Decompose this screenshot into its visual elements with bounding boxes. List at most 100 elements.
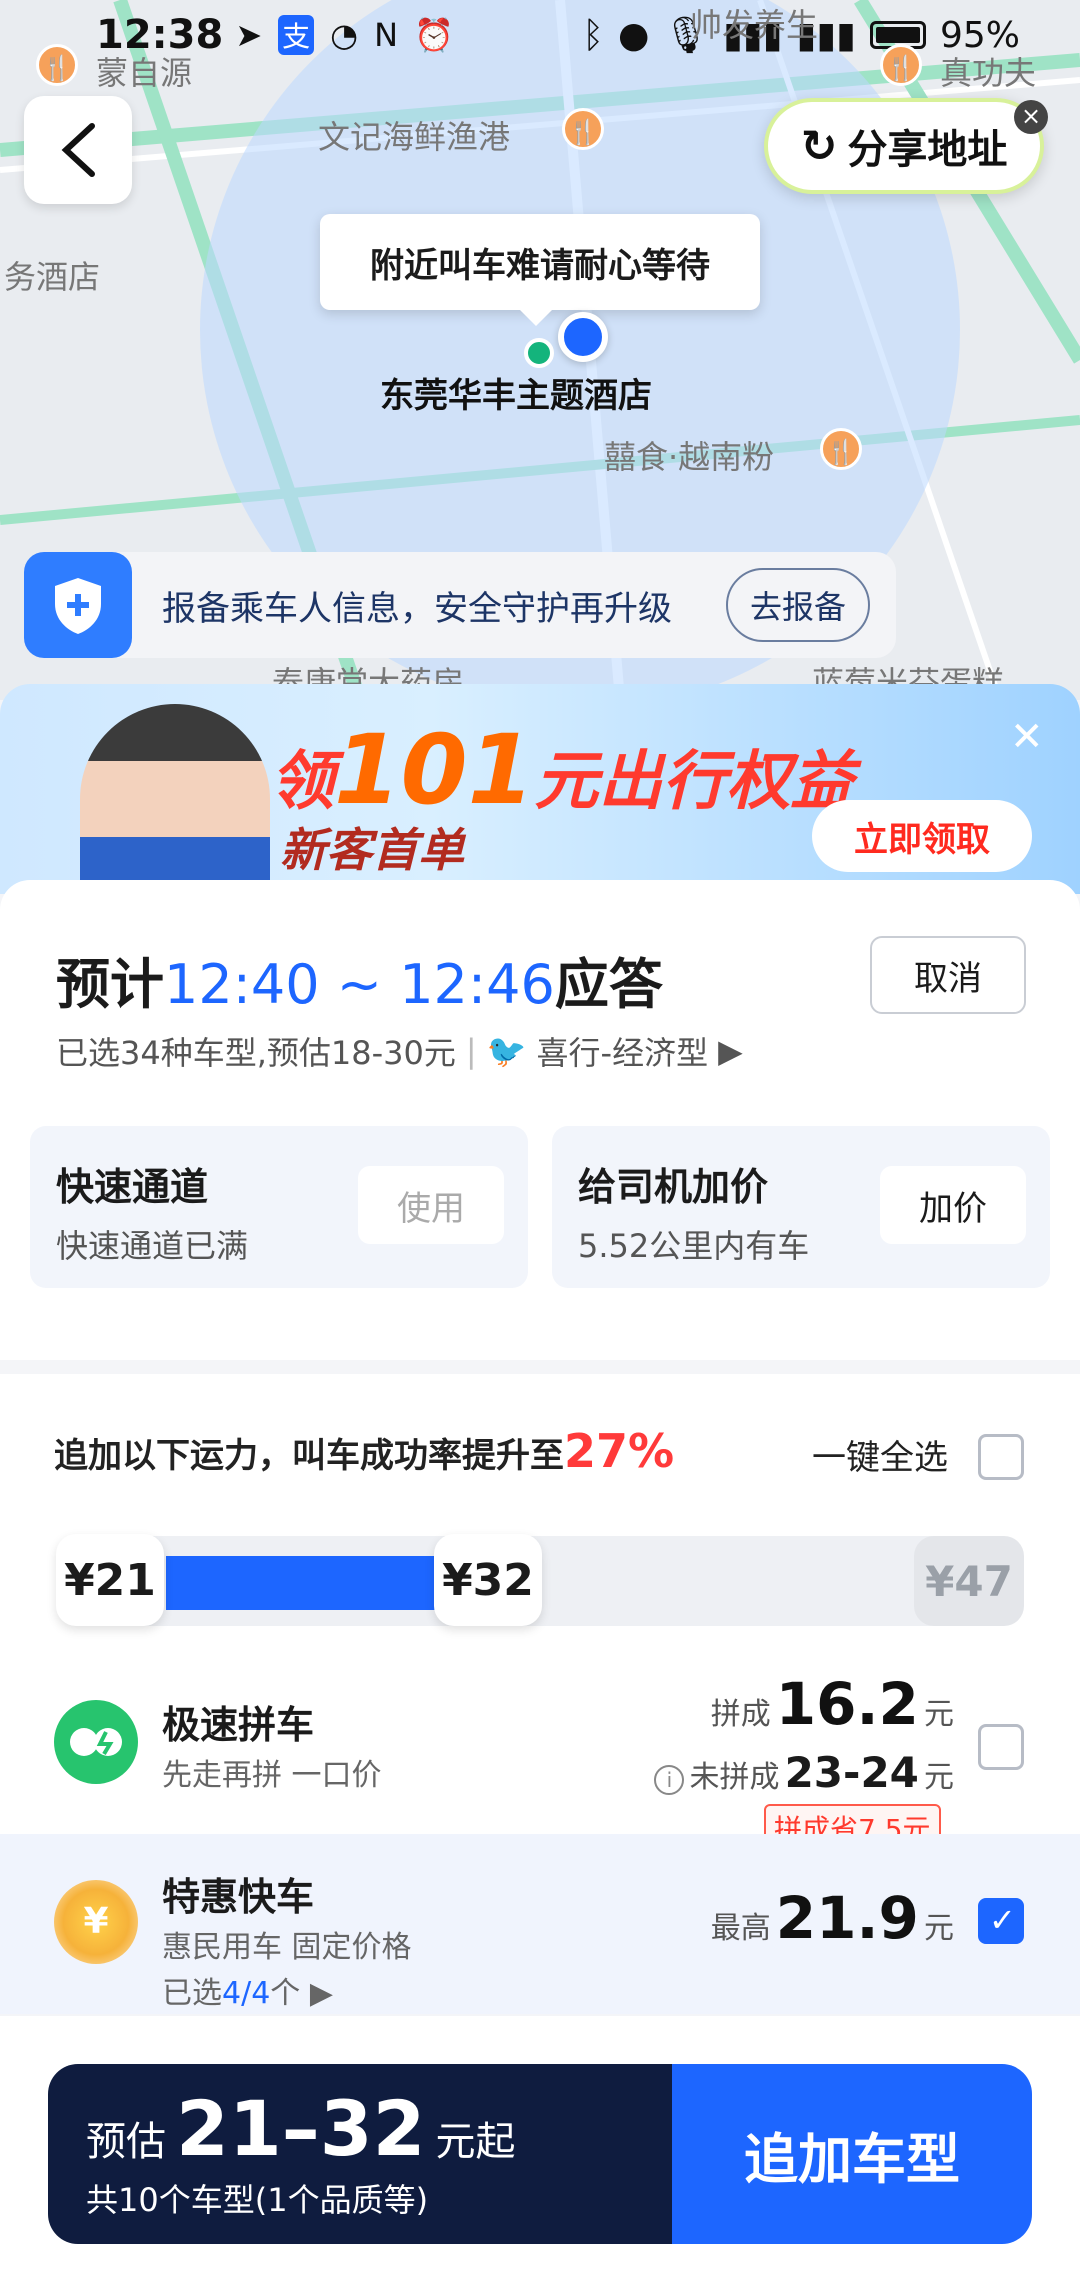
order-status-panel: 预计12:40 ~ 12:46应答 取消 已选34种车型,预估18-30元 | …: [0, 880, 1080, 1360]
map-tip-bubble: 附近叫车难请耐心等待: [320, 214, 760, 326]
select-all-label[interactable]: 一键全选: [812, 1430, 948, 1479]
nfc-icon: N: [374, 16, 399, 54]
car-desc: 先走再拼 一口价: [162, 1758, 382, 1793]
estimate-line: 预估 21–32 元起: [86, 2084, 634, 2173]
alarm-icon: ⏰: [414, 16, 454, 54]
estimate-unit: 元起: [435, 2119, 516, 2165]
poi-label[interactable]: 蒙自源: [96, 48, 192, 94]
price-unit: 元: [924, 1911, 954, 1946]
bluetooth-icon: ᛒ: [582, 14, 604, 56]
eta-text: 预计12:40 ~ 12:46应答: [56, 940, 663, 1019]
map-view[interactable]: 12:38 ➤ 支 ◔ N ⏰ ᛒ ● 🎙 ▮▮▮ ▮▮▮ 95% 🍴 蒙自源 …: [0, 0, 1080, 700]
selected-count-value: 4/4: [222, 1976, 271, 2011]
use-button[interactable]: 使用: [358, 1166, 504, 1244]
send-icon: ➤: [235, 16, 263, 54]
caret-right-icon: ▶: [309, 1976, 333, 2011]
safety-text: 报备乘车人信息，安全守护再升级: [162, 588, 672, 629]
car-checkbox[interactable]: [978, 1898, 1024, 1944]
pickup-dot-icon: [524, 338, 554, 368]
pickup-label: 东莞华丰主题酒店: [380, 376, 652, 416]
car-desc: 惠民用车 固定价格: [162, 1930, 412, 1965]
boost-label: 追加以下运力，叫车成功率提升至: [54, 1436, 564, 1476]
promo-banner[interactable]: 领101元出行权益 新客首单 立即领取 ✕: [0, 684, 1080, 894]
boost-text: 追加以下运力，叫车成功率提升至27%: [54, 1424, 674, 1478]
add-fee-card: 给司机加价 5.52公里内有车 加价: [552, 1126, 1050, 1288]
carpool-icon: [54, 1700, 138, 1784]
eta-prefix: 预计: [56, 953, 164, 1016]
current-location-icon: [558, 312, 608, 362]
poi-label[interactable]: 帅发养生: [690, 0, 818, 46]
car-option-row[interactable]: 极速拼车 先走再拼 一口价 拼成 16.2 元 i 未拼成 23-24 元 拼成…: [0, 1664, 1080, 1852]
restaurant-icon[interactable]: 🍴: [820, 428, 862, 470]
price-label: 拼成: [710, 1697, 771, 1732]
add-vehicle-button[interactable]: 追加车型: [672, 2064, 1032, 2244]
poi-label[interactable]: 务酒店: [4, 252, 100, 298]
add-vehicle-cta[interactable]: 预估 21–32 元起 共10个车型(1个品质等) 追加车型: [48, 2064, 1032, 2244]
eta-suffix: 应答: [554, 953, 663, 1016]
select-all-checkbox[interactable]: [978, 1434, 1024, 1480]
price-unit: 元: [924, 1697, 954, 1732]
estimate-box: 预估 21–32 元起 共10个车型(1个品质等): [48, 2064, 672, 2244]
spokesperson-image: [80, 704, 270, 894]
price-value: 16.2: [775, 1670, 919, 1738]
back-button[interactable]: [24, 96, 132, 204]
estimate-label: 预估: [86, 2119, 166, 2165]
add-fee-button[interactable]: 加价: [880, 1166, 1026, 1244]
car-name: 极速拼车: [162, 1703, 315, 1747]
estimate-range: 21–32: [176, 2084, 426, 2173]
price-value: 23-24: [784, 1748, 919, 1797]
promo-lead-pre: 领: [270, 745, 334, 819]
carpool-alt-price: i 未拼成 23-24 元: [654, 1748, 954, 1797]
restaurant-icon[interactable]: 🍴: [36, 44, 78, 86]
info-icon[interactable]: i: [654, 1765, 685, 1795]
fast-lane-card: 快速通道 快速通道已满 使用: [30, 1126, 528, 1288]
slider-max-label: ¥47: [914, 1536, 1024, 1626]
car-name: 特惠快车: [162, 1875, 315, 1919]
safety-banner[interactable]: 报备乘车人信息，安全守护再升级 去报备: [24, 552, 896, 658]
share-icon: ↻: [800, 120, 838, 172]
cancel-button[interactable]: 取消: [870, 936, 1026, 1014]
close-icon[interactable]: ✕: [1010, 714, 1044, 760]
promo-headline: 领101元出行权益: [270, 714, 854, 826]
express-price: 最高 21.9 元: [711, 1884, 954, 1952]
price-label: 未拼成: [689, 1760, 780, 1795]
price-value: 21.9: [775, 1884, 919, 1952]
location-icon: ●: [617, 14, 650, 56]
share-address-button[interactable]: ↻ 分享地址: [764, 98, 1044, 194]
eta-time: 12:40 ~ 12:46: [164, 953, 555, 1016]
alipay-icon: 支: [278, 15, 315, 55]
divider: |: [465, 1032, 477, 1070]
status-icons: ➤ 支 ◔ N ⏰: [235, 15, 454, 55]
add-vehicle-section: 追加以下运力，叫车成功率提升至27% 一键全选 ¥21 ¥32 ¥47 极速拼车…: [0, 1374, 1080, 2014]
share-label: 分享地址: [847, 127, 1008, 173]
price-slider[interactable]: ¥21 ¥32 ¥47: [56, 1534, 1024, 1626]
caret-right-icon: ▶: [718, 1032, 743, 1070]
promo-amount: 101: [334, 714, 535, 826]
report-button[interactable]: 去报备: [725, 568, 870, 642]
poi-label[interactable]: 真功夫: [940, 48, 1036, 94]
slider-low-handle[interactable]: ¥21: [56, 1534, 164, 1626]
claim-button[interactable]: 立即领取: [812, 800, 1032, 872]
car-checkbox[interactable]: [978, 1724, 1024, 1770]
bird-icon: 🐦: [486, 1032, 527, 1070]
selected-pre: 已选: [162, 1976, 222, 2011]
close-icon[interactable]: ×: [1014, 100, 1048, 134]
restaurant-icon[interactable]: 🍴: [562, 108, 604, 150]
price-unit: 元: [924, 1760, 954, 1795]
poi-label[interactable]: 文记海鲜渔港: [318, 112, 510, 158]
selection-summary[interactable]: 已选34种车型,预估18-30元 | 🐦 喜行-经济型 ▶: [56, 1028, 743, 1074]
shield-icon: [24, 552, 132, 658]
bottom-action-bar: 预估 21–32 元起 共10个车型(1个品质等) 追加车型: [0, 2016, 1080, 2280]
promo-lead-post: 元出行权益: [534, 745, 855, 819]
promo-subtitle: 新客首单: [280, 823, 464, 877]
speed-icon: ◔: [330, 16, 359, 54]
poi-label[interactable]: 囍食·越南粉: [604, 432, 774, 478]
brand-text: 喜行-经济型: [536, 1034, 709, 1072]
selected-count[interactable]: 已选4/4个 ▶: [162, 1968, 333, 2012]
restaurant-icon[interactable]: 🍴: [880, 44, 922, 86]
selected-post: 个: [270, 1976, 301, 2011]
coin-icon: ¥: [54, 1880, 138, 1964]
car-option-row[interactable]: ¥ 特惠快车 惠民用车 固定价格 已选4/4个 ▶ 最高 21.9 元: [0, 1834, 1080, 2014]
price-label: 最高: [710, 1911, 771, 1946]
slider-high-handle[interactable]: ¥32: [434, 1534, 542, 1626]
